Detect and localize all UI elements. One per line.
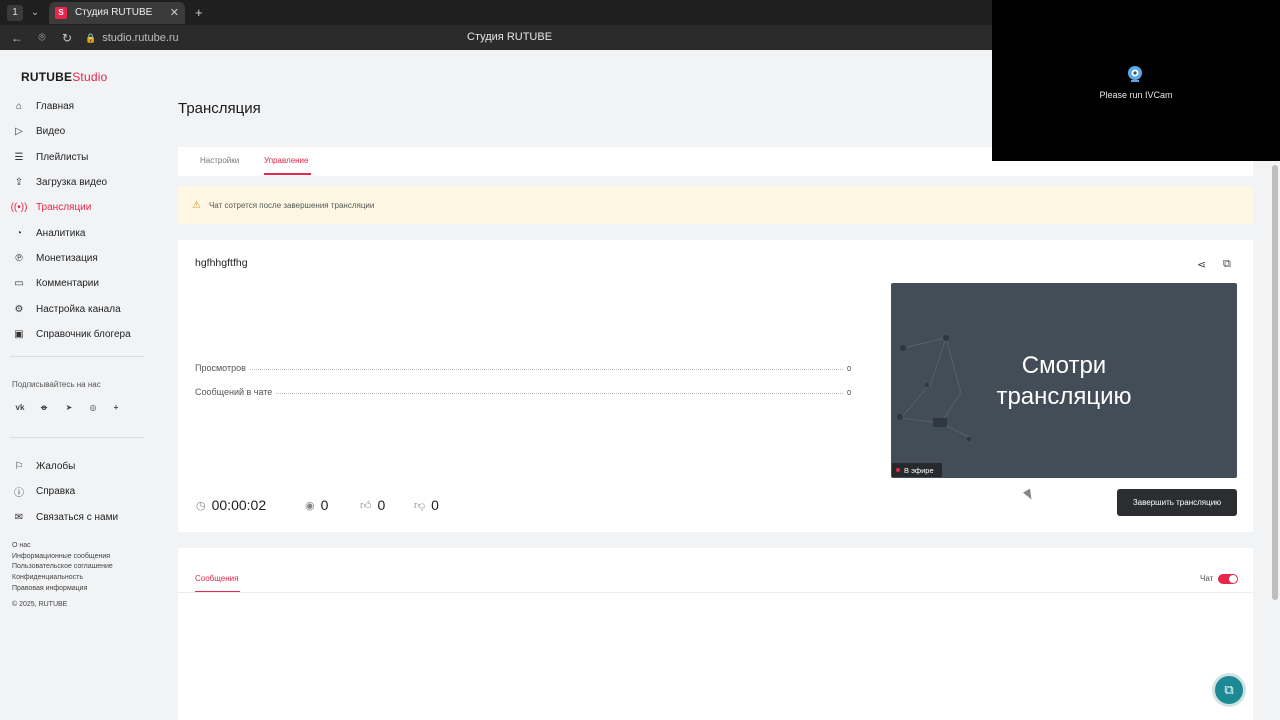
window-title: Студия RUTUBE: [467, 31, 553, 43]
mail-icon: ✉: [14, 511, 24, 523]
vk-icon[interactable]: vk: [13, 400, 27, 414]
scrollbar-thumb[interactable]: [1272, 165, 1278, 600]
browser-tab[interactable]: S Студия RUTUBE ✕: [49, 1, 185, 24]
page-title: Трансляция: [178, 100, 261, 117]
duration-metric: ◷ 00:00:02: [196, 497, 267, 513]
sidebar-item-help[interactable]: ⓘ Справка: [12, 482, 75, 500]
sidebar-divider: [10, 437, 144, 438]
chat-toggle-label: Чат: [1200, 574, 1214, 583]
tab-settings[interactable]: Настройки: [200, 156, 239, 165]
chat-bubble-icon: ⧉: [1224, 682, 1234, 697]
sidebar-item-monetization[interactable]: ℗ Монетизация: [12, 249, 97, 267]
rutube-favicon-icon: S: [55, 6, 67, 19]
page-scrollbar[interactable]: [1270, 161, 1280, 720]
url-text: studio.rutube.ru: [102, 31, 179, 44]
stat-views: Просмотров 0: [195, 363, 851, 373]
sidebar-item-channel-settings[interactable]: ⚙ Настройка канала: [12, 300, 121, 318]
ivcam-message: Please run IVCam: [1099, 90, 1173, 100]
sidebar-item-playlists[interactable]: ☰ Плейлисты: [12, 148, 89, 166]
footer-link-legal[interactable]: Правовая информация: [12, 585, 87, 592]
copyright: © 2025, RUTUBE: [12, 601, 68, 608]
close-tab-icon[interactable]: ✕: [170, 6, 179, 19]
home-icon: ⌂: [15, 100, 23, 112]
url-field[interactable]: 🔒 studio.rutube.ru: [85, 32, 179, 44]
playlist-icon: ☰: [14, 151, 24, 163]
warning-text: Чат сотрется после завершения трансляции: [208, 200, 375, 210]
sidebar-item-broadcasts[interactable]: ((•)) Трансляции: [10, 198, 92, 216]
more-social-icon[interactable]: +: [109, 400, 123, 414]
upload-icon: ⇪: [14, 176, 24, 188]
messages-divider: [178, 592, 1253, 593]
active-tab-indicator: [264, 173, 311, 175]
ivcam-overlay: Please run IVCam: [992, 0, 1280, 161]
ok-icon[interactable]: ꝋ: [37, 400, 51, 414]
external-link-icon[interactable]: ⧉: [1223, 258, 1231, 271]
monetization-icon: ℗: [15, 252, 23, 264]
analytics-icon: ◔: [15, 227, 23, 239]
subscribe-label: Подписывайтесь на нас: [12, 380, 101, 389]
sidebar-item-contact[interactable]: ✉ Связаться с нами: [12, 508, 118, 526]
sidebar-item-comments[interactable]: ▭ Комментарии: [12, 274, 99, 292]
shield-icon[interactable]: ⌾: [34, 30, 50, 45]
book-icon: ▣: [14, 328, 24, 340]
finish-broadcast-button[interactable]: Завершить трансляцию: [1117, 489, 1237, 516]
telegram-icon[interactable]: ➤: [62, 400, 76, 414]
tab-messages[interactable]: Сообщения: [195, 574, 238, 583]
likes-metric: 👍︎ 0: [360, 497, 386, 513]
sidebar-item-video[interactable]: ▷ Видео: [12, 122, 65, 140]
chevron-down-icon[interactable]: ⌄: [27, 5, 43, 21]
comments-icon: ▭: [14, 277, 24, 289]
thumbs-down-icon: 👎︎: [414, 499, 426, 512]
live-dot-icon: [896, 468, 900, 472]
tab-management[interactable]: Управление: [264, 156, 308, 165]
webcam-icon: [1128, 66, 1142, 82]
live-badge: В эфире: [892, 463, 942, 477]
stream-preview[interactable]: Смотри трансляцию: [891, 283, 1237, 478]
thumbs-up-icon: 👍︎: [360, 499, 372, 512]
flag-icon: ⚐: [14, 460, 24, 472]
sidebar-divider: [10, 356, 144, 357]
broadcast-icon: ((•)): [10, 201, 28, 213]
chat-toggle[interactable]: [1218, 574, 1238, 584]
help-icon: ⓘ: [14, 487, 24, 499]
sidebar-item-home[interactable]: ⌂ Главная: [12, 97, 74, 115]
new-tab-icon[interactable]: +: [195, 5, 203, 20]
sidebar-item-upload[interactable]: ⇪ Загрузка видео: [12, 173, 107, 191]
sidebar-item-analytics[interactable]: ◔ Аналитика: [12, 224, 86, 242]
back-icon[interactable]: ←: [9, 31, 25, 45]
footer-link-about[interactable]: О нас: [12, 542, 31, 549]
viber-icon[interactable]: ◎: [86, 400, 100, 414]
browser-tab-title: Студия RUTUBE: [75, 7, 153, 18]
sidebar-item-complaints[interactable]: ⚐ Жалобы: [12, 457, 76, 475]
video-icon: ▷: [15, 125, 23, 137]
rutube-studio-logo[interactable]: RUTUBEStudio: [21, 70, 107, 84]
footer-link-info[interactable]: Информационные сообщения: [12, 553, 110, 560]
reload-icon[interactable]: ↻: [59, 31, 75, 45]
workspace-badge[interactable]: 1: [7, 4, 23, 21]
sidebar-item-blogger-guide[interactable]: ▣ Справочник блогера: [12, 325, 130, 343]
clock-icon: ◷: [196, 499, 206, 512]
messages-card: [178, 548, 1253, 720]
footer-link-terms[interactable]: Пользовательское соглашение: [12, 563, 113, 570]
warning-icon: ⚠: [192, 199, 201, 211]
stat-chat-messages: Сообщений в чате 0: [195, 387, 851, 397]
viewers-metric: ◉ 0: [305, 497, 329, 513]
stream-name: hgfhhgftfhg: [195, 257, 248, 269]
user-icon: ◉: [305, 499, 315, 512]
footer-link-privacy[interactable]: Конфиденциальность: [12, 574, 83, 581]
lock-icon: 🔒: [85, 32, 97, 43]
share-icon[interactable]: ⋖: [1197, 258, 1206, 271]
preview-text: Смотри трансляцию: [996, 352, 1132, 410]
gear-icon: ⚙: [14, 303, 24, 315]
warning-banner: ⚠ Чат сотрется после завершения трансляц…: [178, 186, 1253, 224]
support-chat-button[interactable]: ⧉: [1212, 673, 1246, 707]
dislikes-metric: 👎︎ 0: [414, 497, 439, 513]
